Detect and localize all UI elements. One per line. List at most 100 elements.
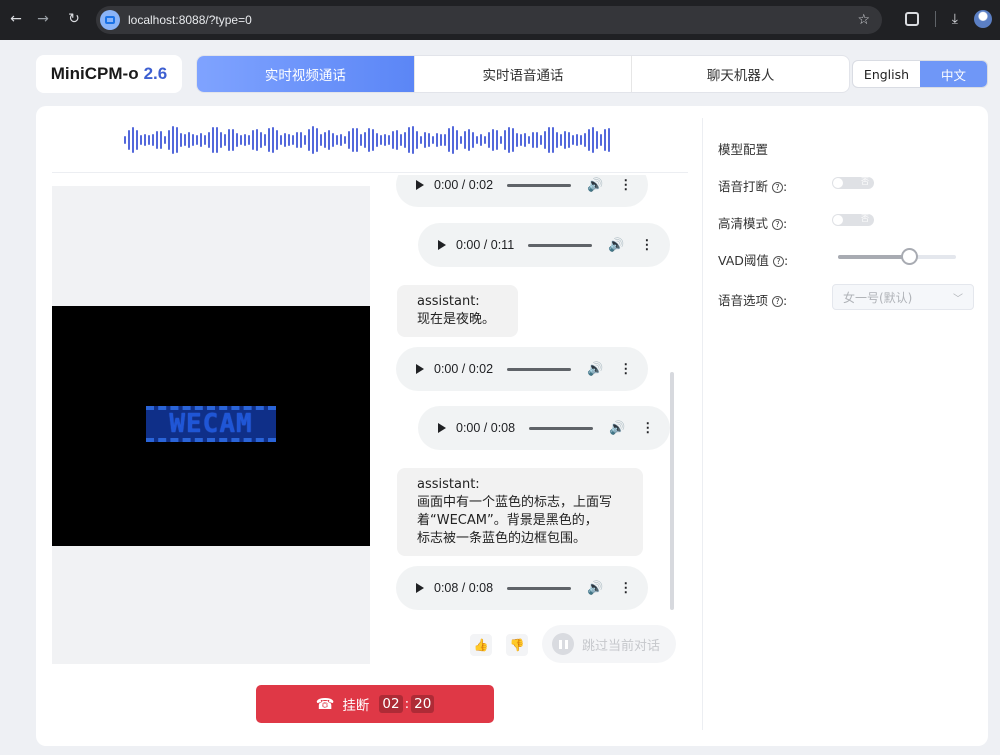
thumbs-down-icon[interactable]: 👎 bbox=[506, 634, 528, 656]
waveform-bar bbox=[224, 133, 226, 147]
help-icon[interactable]: ? bbox=[772, 182, 784, 193]
address-bar[interactable]: localhost:8088/?type=0 ☆ bbox=[96, 6, 882, 34]
volume-icon[interactable]: 🔊 bbox=[608, 237, 624, 253]
waveform-bar bbox=[328, 130, 330, 150]
waveform-bar bbox=[496, 130, 498, 150]
audio-player[interactable]: 0:00 / 0:08 🔊 ⋮ bbox=[418, 406, 670, 450]
waveform-bar bbox=[324, 132, 326, 148]
tab-video-call[interactable]: 实时视频通话 bbox=[197, 56, 415, 92]
waveform-bar bbox=[148, 134, 150, 146]
extensions-icon[interactable] bbox=[904, 12, 919, 26]
tab-voice-call[interactable]: 实时语音通话 bbox=[415, 56, 633, 92]
toolbar-divider bbox=[934, 11, 936, 27]
back-icon[interactable]: ← bbox=[2, 11, 30, 27]
waveform-bar bbox=[124, 136, 126, 144]
assistant-message: assistant: 画面中有一个蓝色的标志，上面写 着“WECAM”。背景是黑… bbox=[397, 468, 643, 556]
lang-english-button[interactable]: English bbox=[853, 61, 920, 87]
download-icon[interactable]: ⤓ bbox=[952, 11, 958, 27]
play-icon[interactable] bbox=[438, 423, 446, 433]
audio-progress[interactable] bbox=[507, 586, 572, 590]
waveform-bar bbox=[220, 131, 222, 149]
waveform-bar bbox=[584, 133, 586, 147]
waveform-bar bbox=[508, 126, 510, 154]
message-role: assistant: bbox=[417, 294, 480, 309]
skip-dialog-button[interactable]: 跳过当前对话 bbox=[542, 625, 676, 663]
hd-mode-switch[interactable]: 否 bbox=[832, 214, 874, 226]
help-icon[interactable]: ? bbox=[772, 256, 784, 267]
thumbs-up-icon[interactable]: 👍 bbox=[470, 634, 492, 656]
audio-player[interactable]: 0:00 / 0:02 🔊 ⋮ bbox=[396, 175, 648, 207]
waveform-bar bbox=[308, 128, 310, 152]
audio-progress[interactable] bbox=[529, 426, 594, 430]
voice-interrupt-switch[interactable]: 否 bbox=[832, 177, 874, 189]
play-icon[interactable] bbox=[416, 583, 424, 593]
waveform-bar bbox=[568, 131, 570, 149]
waveform-bar bbox=[356, 128, 358, 152]
volume-icon[interactable]: 🔊 bbox=[587, 580, 603, 596]
vad-slider-handle[interactable] bbox=[900, 248, 918, 265]
pause-icon bbox=[552, 633, 574, 655]
tab-chatbot[interactable]: 聊天机器人 bbox=[632, 56, 849, 92]
waveform-bar bbox=[300, 132, 302, 148]
audio-progress[interactable] bbox=[507, 367, 572, 371]
waveform-bar bbox=[460, 135, 462, 145]
audio-player[interactable]: 0:00 / 0:02 🔊 ⋮ bbox=[396, 347, 648, 391]
message-line: 标志被一条蓝色的边框包围。 bbox=[417, 531, 587, 546]
waveform-bar bbox=[408, 127, 410, 153]
lang-chinese-button[interactable]: 中文 bbox=[920, 61, 987, 87]
waveform-bar bbox=[316, 128, 318, 152]
audio-player[interactable]: 0:08 / 0:08 🔊 ⋮ bbox=[396, 566, 648, 610]
help-icon[interactable]: ? bbox=[772, 296, 784, 307]
forward-icon[interactable]: → bbox=[29, 11, 57, 27]
waveform-bar bbox=[504, 130, 506, 150]
more-icon[interactable]: ⋮ bbox=[640, 237, 653, 253]
play-icon[interactable] bbox=[416, 364, 424, 374]
profile-icon[interactable] bbox=[974, 10, 992, 28]
wecam-logo-text: WECAM bbox=[169, 409, 253, 439]
call-minutes: 02 bbox=[379, 695, 403, 713]
config-title: 模型配置 bbox=[718, 142, 769, 157]
waveform-bar bbox=[164, 135, 166, 145]
chat-scrollbar[interactable] bbox=[670, 372, 674, 610]
waveform-bar bbox=[384, 133, 386, 147]
waveform-bar bbox=[484, 135, 486, 145]
waveform-bar bbox=[448, 128, 450, 152]
waveform-bar bbox=[252, 130, 254, 150]
browser-toolbar: ← → ↻ localhost:8088/?type=0 ☆ ⤓ bbox=[0, 0, 1000, 40]
play-icon[interactable] bbox=[416, 180, 424, 190]
help-icon[interactable]: ? bbox=[772, 219, 784, 230]
more-icon[interactable]: ⋮ bbox=[619, 580, 632, 596]
waveform-bar bbox=[520, 134, 522, 146]
waveform-bar bbox=[476, 135, 478, 145]
waveform-bar bbox=[380, 134, 382, 146]
volume-icon[interactable]: 🔊 bbox=[609, 420, 625, 436]
play-icon[interactable] bbox=[438, 240, 446, 250]
audio-time: 0:00 / 0:11 bbox=[456, 238, 515, 252]
hangup-button[interactable]: ☎ 挂断 02 : 20 bbox=[256, 685, 494, 723]
voice-option-select[interactable]: 女一号(默认) ﹀ bbox=[832, 284, 974, 310]
waveform-bar bbox=[304, 134, 306, 146]
waveform-bar bbox=[556, 131, 558, 149]
waveform-bar bbox=[216, 127, 218, 153]
waveform-bar bbox=[156, 130, 158, 150]
waveform-bar bbox=[296, 131, 298, 149]
waveform-bar bbox=[280, 135, 282, 145]
chat-list: 0:00 / 0:02 🔊 ⋮ 0:00 / 0:11 🔊 ⋮ assistan… bbox=[384, 175, 688, 615]
volume-icon[interactable]: 🔊 bbox=[587, 177, 603, 193]
reload-icon[interactable]: ↻ bbox=[60, 11, 88, 27]
waveform-bar bbox=[404, 132, 406, 148]
audio-player[interactable]: 0:00 / 0:11 🔊 ⋮ bbox=[418, 223, 670, 267]
audio-progress[interactable] bbox=[507, 183, 572, 187]
more-icon[interactable]: ⋮ bbox=[619, 361, 632, 377]
audio-progress[interactable] bbox=[528, 243, 593, 247]
voice-option-value: 女一号(默认) bbox=[843, 290, 913, 305]
waveform-bar bbox=[180, 132, 182, 148]
more-icon[interactable]: ⋮ bbox=[641, 420, 654, 436]
more-icon[interactable]: ⋮ bbox=[619, 177, 632, 193]
star-icon[interactable]: ☆ bbox=[857, 12, 870, 28]
vad-slider[interactable] bbox=[838, 248, 956, 265]
volume-icon[interactable]: 🔊 bbox=[587, 361, 603, 377]
audio-waveform bbox=[124, 124, 616, 156]
waveform-bar bbox=[264, 134, 266, 146]
waveform-bar bbox=[376, 133, 378, 147]
